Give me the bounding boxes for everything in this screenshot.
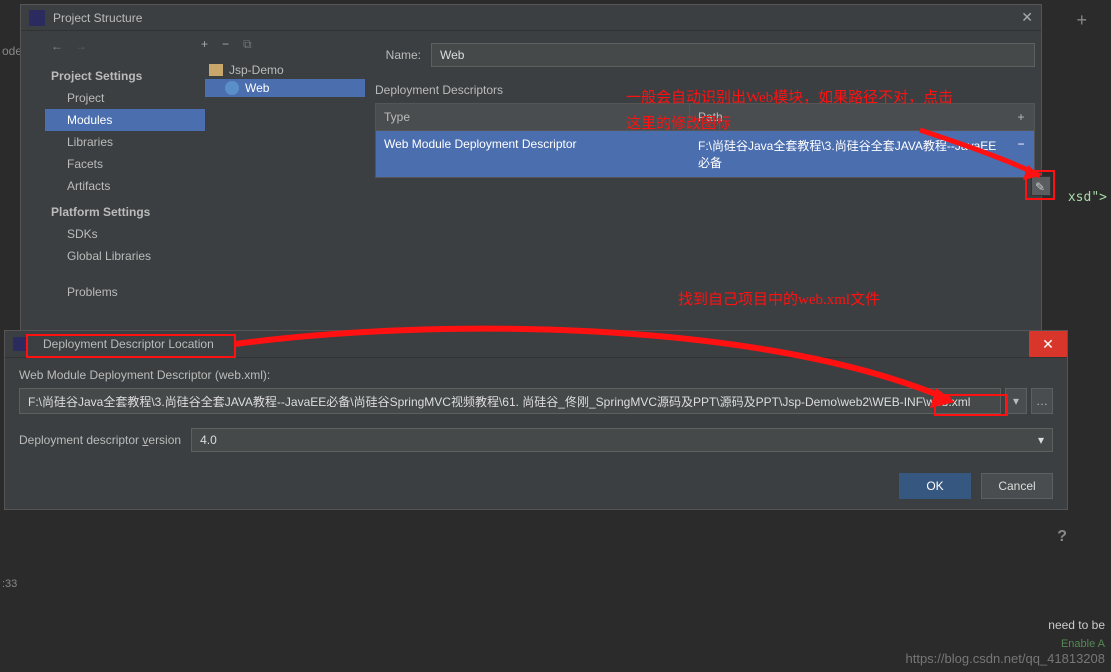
annotation-text-2: 这里的修改图标: [626, 112, 731, 133]
forward-button[interactable]: →: [75, 39, 87, 53]
enable-link[interactable]: Enable A: [1061, 638, 1105, 650]
descriptor-path-field[interactable]: [19, 388, 1001, 414]
sidebar-heading-project: Project Settings: [51, 69, 199, 83]
remove-button[interactable]: −: [222, 37, 229, 52]
path-history-dropdown[interactable]: ▾: [1005, 388, 1027, 414]
name-label: Name:: [375, 48, 421, 62]
sidebar-item-modules[interactable]: Modules: [45, 109, 205, 131]
module-tree: Jsp-Demo Web: [205, 61, 365, 97]
table-add-button[interactable]: +: [1008, 104, 1034, 130]
tree-item-root[interactable]: Jsp-Demo: [205, 61, 365, 79]
subdialog-close-button[interactable]: ✕: [1029, 331, 1067, 357]
cancel-button[interactable]: Cancel: [981, 473, 1053, 499]
watermark: https://blog.csdn.net/qq_41813208: [906, 651, 1106, 666]
copy-button[interactable]: ⧉: [243, 37, 252, 52]
annotation-text-1: 一般会自动识别出Web模块，如果路径不对，点击: [626, 86, 953, 107]
app-icon: [13, 337, 27, 351]
sidebar-item-project[interactable]: Project: [45, 87, 205, 109]
sidebar-item-artifacts[interactable]: Artifacts: [45, 175, 205, 197]
tree-label: Web: [245, 81, 269, 95]
new-tab-button[interactable]: +: [1076, 10, 1087, 31]
ide-statusbar-time: :33: [2, 578, 17, 590]
tree-label: Jsp-Demo: [229, 63, 284, 77]
version-value: 4.0: [200, 433, 217, 447]
titlebar: Project Structure ✕: [21, 5, 1041, 31]
row-type: Web Module Deployment Descriptor: [376, 131, 690, 177]
banner-text: need to be: [1048, 618, 1105, 632]
tree-item-web[interactable]: Web: [205, 79, 365, 97]
settings-sidebar: Project Settings Project Modules Librari…: [45, 61, 205, 303]
sidebar-item-problems[interactable]: Problems: [45, 281, 205, 303]
sidebar-item-global-libraries[interactable]: Global Libraries: [45, 245, 205, 267]
help-button[interactable]: ?: [1057, 528, 1067, 546]
dialog-title: Project Structure: [53, 11, 142, 25]
browse-button[interactable]: …: [1031, 388, 1053, 414]
editor-fragment: xsd">: [1068, 190, 1107, 205]
close-icon[interactable]: ✕: [1021, 9, 1033, 26]
add-button[interactable]: +: [201, 37, 208, 52]
sidebar-heading-platform: Platform Settings: [51, 205, 199, 219]
sidebar-item-facets[interactable]: Facets: [45, 153, 205, 175]
annotation-text-3: 找到自己项目中的web.xml文件: [678, 288, 880, 309]
name-field[interactable]: [431, 43, 1035, 67]
version-select[interactable]: 4.0 ▾: [191, 428, 1053, 452]
app-icon: [29, 10, 45, 26]
chevron-down-icon: ▾: [1038, 433, 1044, 447]
annotation-box-title: [26, 334, 236, 358]
sidebar-item-sdks[interactable]: SDKs: [45, 223, 205, 245]
row-path: F:\尚硅谷Java全套教程\3.尚硅谷全套JAVA教程--JavaEE必备: [690, 131, 1008, 177]
sidebar-item-libraries[interactable]: Libraries: [45, 131, 205, 153]
table-row[interactable]: Web Module Deployment Descriptor F:\尚硅谷J…: [376, 131, 1034, 177]
tree-toolbar: + − ⧉: [201, 37, 252, 52]
nav-bar: ← →: [51, 39, 87, 53]
ok-button[interactable]: OK: [899, 473, 971, 499]
web-icon: [225, 81, 239, 95]
annotation-box-edit: [1025, 170, 1055, 200]
version-label: Deployment descriptor version: [19, 433, 181, 447]
descriptor-path-label: Web Module Deployment Descriptor (web.xm…: [19, 368, 1053, 382]
back-button[interactable]: ←: [51, 39, 63, 53]
folder-icon: [209, 64, 223, 76]
annotation-box-webxml: [934, 394, 1008, 416]
col-path: Path: [690, 104, 1008, 130]
